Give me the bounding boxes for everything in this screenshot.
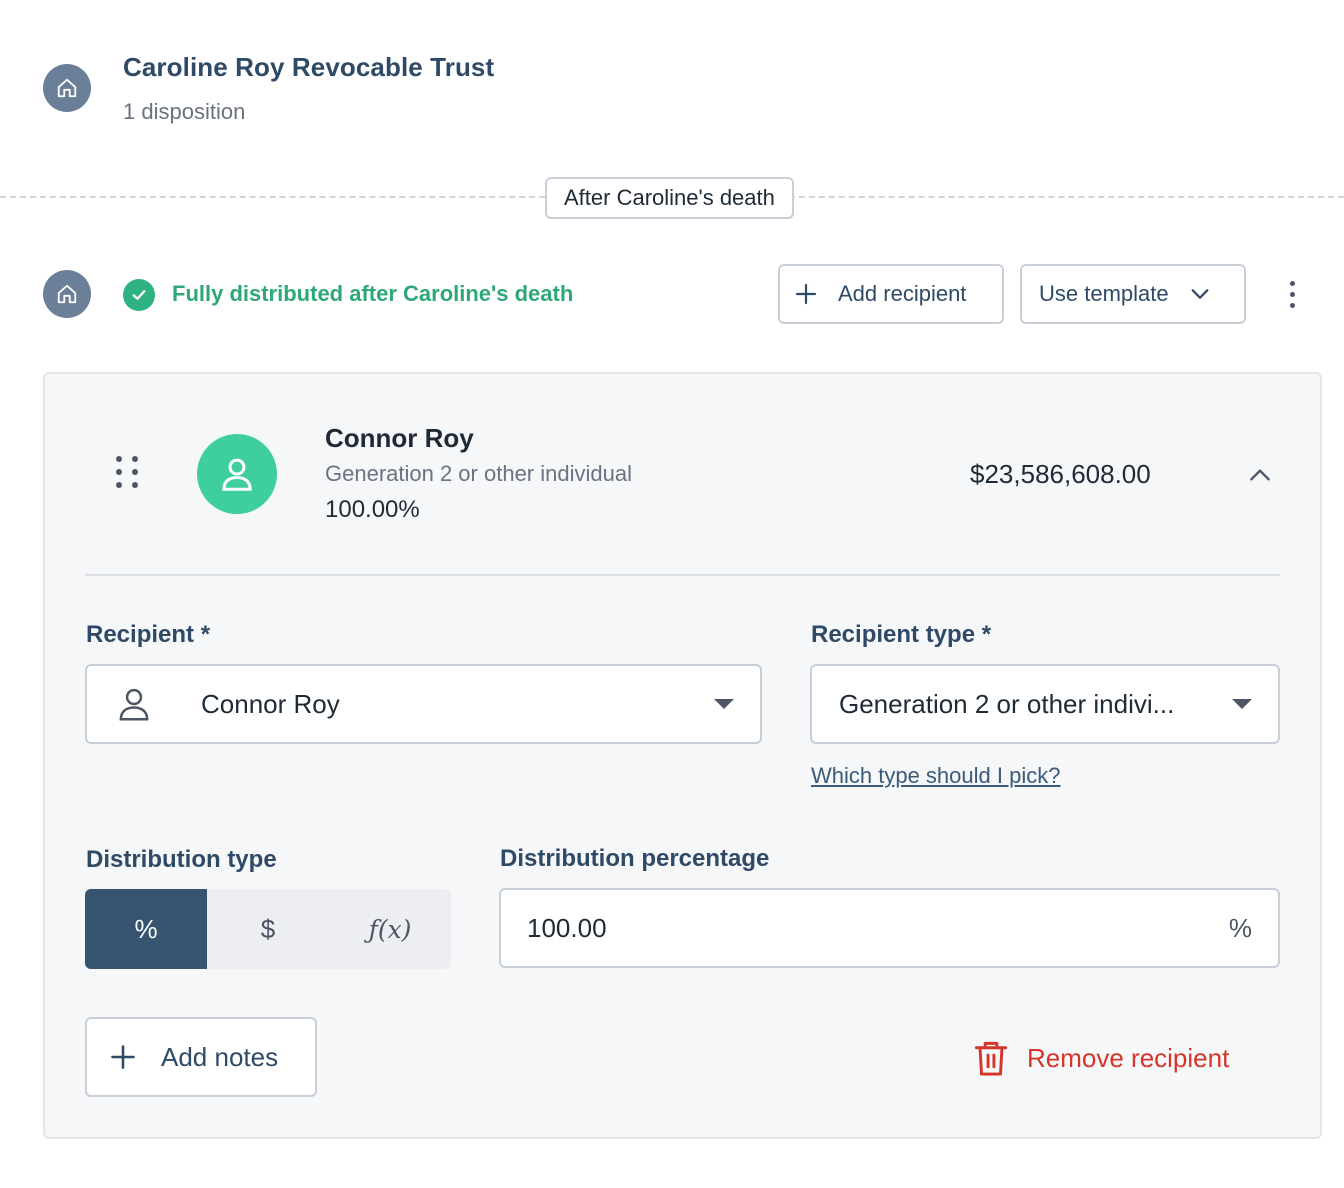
dropdown-caret-icon [1232, 699, 1252, 709]
recipient-field-label: Recipient * [86, 621, 211, 648]
phase-label: After Caroline's death [545, 177, 794, 219]
chevron-down-icon [1189, 283, 1211, 305]
chevron-up-icon[interactable] [1245, 462, 1275, 488]
card-divider [85, 574, 1280, 576]
remove-recipient-button[interactable]: Remove recipient [973, 1039, 1229, 1077]
distribution-percentage-label: Distribution percentage [500, 845, 770, 872]
distribution-type-toggle: % $ ƒ(x) [85, 889, 451, 969]
check-icon [123, 279, 155, 311]
recipient-select-value: Connor Roy [201, 688, 340, 719]
kebab-menu-icon[interactable] [1280, 274, 1304, 314]
trust-disposition-count: 1 disposition [123, 99, 246, 124]
recipient-percentage: 100.00% [325, 496, 420, 523]
distribution-percentage-value: 100.00 [527, 912, 607, 943]
add-notes-label: Add notes [161, 1041, 279, 1072]
use-template-label: Use template [1039, 281, 1169, 306]
percent-unit: % [1228, 912, 1252, 943]
recipient-name: Connor Roy [325, 423, 474, 453]
trust-house-icon [43, 64, 91, 112]
use-template-dropdown[interactable]: Use template [1020, 264, 1246, 324]
recipient-amount: $23,586,608.00 [970, 459, 1151, 489]
distribution-status: Fully distributed after Caroline's death [172, 281, 574, 306]
distribution-percentage-input[interactable]: 100.00 % [499, 888, 1280, 968]
drag-handle-icon[interactable] [116, 456, 138, 488]
recipient-avatar [197, 434, 277, 514]
trash-icon [973, 1039, 1009, 1077]
recipient-type-field-label: Recipient type * [811, 621, 992, 648]
disposition-house-icon [43, 270, 91, 318]
which-type-help-link[interactable]: Which type should I pick? [811, 763, 1060, 789]
dropdown-caret-icon [714, 699, 734, 709]
plus-icon [109, 1043, 137, 1071]
add-recipient-label: Add recipient [838, 281, 967, 306]
add-recipient-button[interactable]: Add recipient [778, 264, 1004, 324]
recipient-select[interactable]: Connor Roy [85, 664, 762, 744]
distribution-type-dollar[interactable]: $ [207, 889, 329, 969]
recipient-type-summary: Generation 2 or other individual [325, 461, 632, 486]
distribution-type-percent[interactable]: % [85, 889, 207, 969]
person-icon [117, 686, 151, 722]
recipient-type-select[interactable]: Generation 2 or other indivi... [810, 664, 1280, 744]
plus-icon [794, 282, 818, 306]
trust-title: Caroline Roy Revocable Trust [123, 52, 495, 82]
remove-recipient-label: Remove recipient [1027, 1042, 1230, 1073]
person-icon [220, 456, 254, 492]
distribution-type-formula[interactable]: ƒ(x) [329, 889, 451, 969]
add-notes-button[interactable]: Add notes [85, 1017, 317, 1097]
distribution-type-label: Distribution type [86, 846, 277, 873]
recipient-type-select-value: Generation 2 or other indivi... [839, 688, 1175, 719]
